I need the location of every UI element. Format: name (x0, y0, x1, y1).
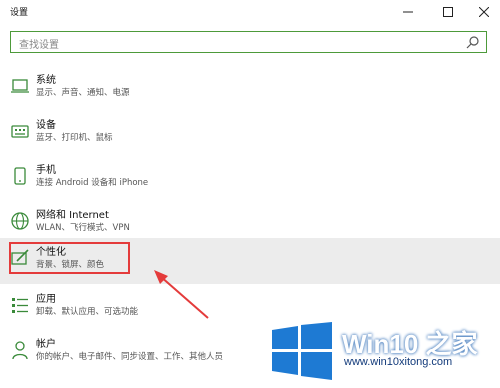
window-title: 设置 (10, 8, 29, 18)
windows-logo-icon (272, 322, 332, 380)
person-icon (12, 341, 28, 360)
settings-item-phone[interactable]: 手机 连接 Android 设备和 iPhone (0, 156, 500, 202)
annotation-highlight-box (9, 242, 130, 274)
maximize-button[interactable] (430, 0, 466, 24)
phone-icon (14, 167, 26, 185)
search-input[interactable]: 查找设置 (19, 36, 59, 51)
watermark: Win10 之家 www.win10xitong.com (270, 318, 496, 384)
item-label: 系统 (36, 75, 56, 86)
laptop-icon (11, 79, 29, 93)
annotation-arrow-icon (154, 270, 209, 319)
settings-item-devices[interactable]: 设备 蓝牙、打印机、鼠标 (0, 111, 500, 157)
watermark-url: www.win10xitong.com (344, 356, 453, 368)
minimize-icon (403, 11, 413, 13)
close-button[interactable] (466, 0, 500, 24)
item-label: 网络和 Internet (36, 210, 109, 221)
item-description: 你的帐户、电子邮件、同步设置、工作、其他人员 (36, 352, 224, 362)
item-description: 显示、声音、通知、电源 (36, 88, 130, 98)
close-icon (479, 7, 489, 17)
item-label: 手机 (36, 165, 56, 176)
item-description: 连接 Android 设备和 iPhone (36, 178, 149, 188)
item-label: 帐户 (36, 339, 56, 350)
keyboard-icon (11, 125, 29, 138)
item-label: 应用 (36, 294, 56, 305)
item-label: 设备 (36, 120, 56, 131)
search-icon[interactable] (466, 35, 480, 49)
title-bar: 设置 (0, 0, 500, 24)
settings-item-system[interactable]: 系统 显示、声音、通知、电源 (0, 66, 500, 112)
search-box[interactable]: 查找设置 (10, 31, 487, 53)
item-description: 卸载、默认应用、可选功能 (36, 307, 139, 317)
item-description: 蓝牙、打印机、鼠标 (36, 133, 113, 143)
maximize-icon (443, 7, 453, 17)
minimize-button[interactable] (390, 0, 426, 24)
apps-list-icon (12, 298, 28, 313)
item-description: WLAN、飞行模式、VPN (36, 223, 130, 233)
globe-icon (11, 212, 29, 230)
